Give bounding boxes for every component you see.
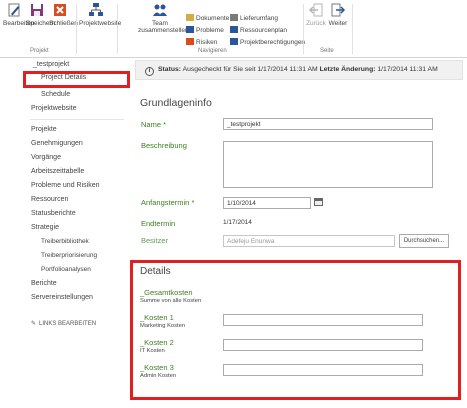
next-button-label: Weiter [328, 20, 348, 27]
nav-issues-risks[interactable]: Probleme und Risiken [31, 182, 99, 189]
calendar-icon[interactable] [314, 198, 323, 206]
nav-tasks[interactable]: Vorgänge [31, 154, 61, 161]
resource-plan-link[interactable]: Ressourcenplan [230, 26, 287, 35]
description-label: Beschreibung [141, 141, 187, 150]
status-text: Ausgecheckt für Sie seit 1/17/2014 11:31… [182, 66, 318, 73]
nav-project-name[interactable]: _testprojekt [33, 61, 69, 68]
save-button[interactable]: Speichern [26, 2, 55, 27]
permissions-link[interactable]: Projektberechtigungen [230, 38, 305, 47]
nav-server-settings[interactable]: Servereinstellungen [31, 294, 93, 301]
nav-timesheet[interactable]: Arbeitszeittabelle [31, 168, 84, 175]
ribbon-separator [303, 4, 304, 54]
ribbon-separator [76, 4, 77, 54]
navigate-group-label: Navigieren [198, 48, 227, 54]
details-heading: Details [140, 266, 171, 277]
documents-icon [186, 14, 194, 21]
risks-link[interactable]: Risiken [186, 38, 217, 47]
info-icon: i [145, 67, 154, 76]
edit-button[interactable]: Bearbeiten [3, 2, 34, 27]
nav-driver-prioritization[interactable]: Treiberpriorisierung [41, 252, 97, 259]
nav-project-website[interactable]: Projektwebsite [31, 105, 77, 112]
cost-2-label: _Kosten 2 [140, 338, 174, 347]
owner-label: Besitzer [141, 236, 169, 245]
pencil-icon: ✎ [31, 321, 37, 327]
last-change-label: Letzte Änderung: [319, 66, 376, 73]
build-team-button[interactable]: Team zusammenstellen [138, 2, 189, 34]
total-costs-label: _Gesamtkosten [140, 288, 193, 297]
cost-2-desc: IT Kosten [140, 348, 165, 354]
back-button[interactable]: Zurück [306, 2, 326, 27]
edit-links-button[interactable]: ✎ LINKS BEARBEITEN [31, 320, 96, 327]
next-button[interactable]: Weiter [328, 2, 348, 27]
browse-button[interactable]: Durchsuchen... [399, 234, 449, 248]
ribbon-separator [117, 4, 118, 54]
name-input[interactable]: _testprojekt [223, 118, 433, 130]
nav-approvals[interactable]: Genehmigungen [31, 140, 83, 147]
cost-3-input[interactable] [223, 364, 423, 376]
nav-driver-library[interactable]: Treiberbibliothek [41, 238, 89, 245]
close-button-label: Schließen [49, 20, 78, 27]
start-date-label: Anfangstermin * [141, 198, 195, 207]
edit-icon [8, 3, 20, 17]
issues-link[interactable]: Probleme [186, 26, 224, 35]
end-date-label: Endtermin [141, 219, 176, 228]
site-map-icon [89, 3, 103, 16]
highlight-box-project-details [23, 71, 130, 88]
cost-3-label: _Kosten 3 [140, 363, 174, 372]
start-date-input[interactable]: 1/10/2014 [223, 197, 311, 209]
last-change-value: 1/17/2014 11:31 AM [377, 66, 438, 73]
nav-schedule[interactable]: Schedule [41, 91, 70, 98]
cost-1-input[interactable] [223, 314, 423, 326]
deliverables-icon [230, 14, 238, 21]
nav-separator [30, 119, 124, 120]
nav-projects[interactable]: Projekte [31, 126, 57, 133]
status-bar: i Status: Ausgecheckt für Sie seit 1/17/2… [135, 60, 463, 80]
left-navigation: _testprojekt Project Details Schedule Pr… [0, 58, 130, 408]
ribbon: Bearbeiten Speichern Schließen Projekt P… [0, 0, 467, 58]
deliverables-link[interactable]: Lieferumfang [230, 14, 278, 23]
total-costs-desc: Summe von alle Kosten [140, 298, 202, 304]
save-icon [31, 4, 43, 16]
documents-link[interactable]: Dokumente [186, 14, 229, 23]
nav-resources[interactable]: Ressourcen [31, 196, 68, 203]
nav-reports[interactable]: Berichte [31, 280, 57, 287]
description-textarea[interactable] [223, 141, 433, 188]
arrow-left-icon [308, 3, 323, 17]
nav-portfolio-analyses[interactable]: Portfolioanalysen [41, 266, 91, 273]
owner-input[interactable]: Adefeju Enunwa [223, 235, 395, 247]
back-button-label: Zurück [306, 20, 326, 27]
close-icon [54, 4, 66, 16]
nav-strategy[interactable]: Strategie [31, 224, 59, 231]
team-icon [153, 4, 167, 16]
arrow-right-icon [331, 3, 346, 17]
page-group-label: Seite [320, 48, 334, 54]
cost-2-input[interactable] [223, 339, 423, 351]
issues-icon [186, 26, 194, 33]
nav-status-reports[interactable]: Statusberichte [31, 210, 76, 217]
name-label: Name * [141, 120, 167, 129]
risks-icon [186, 38, 194, 45]
resource-plan-icon [230, 26, 238, 33]
build-team-label: Team zusammenstellen [138, 20, 189, 34]
end-date-value: 1/17/2014 [223, 219, 252, 226]
cost-1-desc: Marketing Kosten [140, 323, 186, 329]
cost-1-label: _Kosten 1 [140, 313, 174, 322]
highlight-box-details [130, 260, 461, 400]
project-group-label: Projekt [30, 48, 49, 54]
permissions-icon [230, 38, 238, 45]
close-button[interactable]: Schließen [49, 2, 78, 27]
ribbon-separator [352, 4, 353, 54]
project-website-label: Projektwebsite [79, 20, 122, 27]
cost-3-desc: Admin Kosten [140, 373, 177, 379]
basic-info-heading: Grundlageninfo [140, 97, 212, 109]
project-website-button[interactable]: Projektwebsite [79, 2, 121, 27]
status-label: Status: [158, 66, 182, 73]
